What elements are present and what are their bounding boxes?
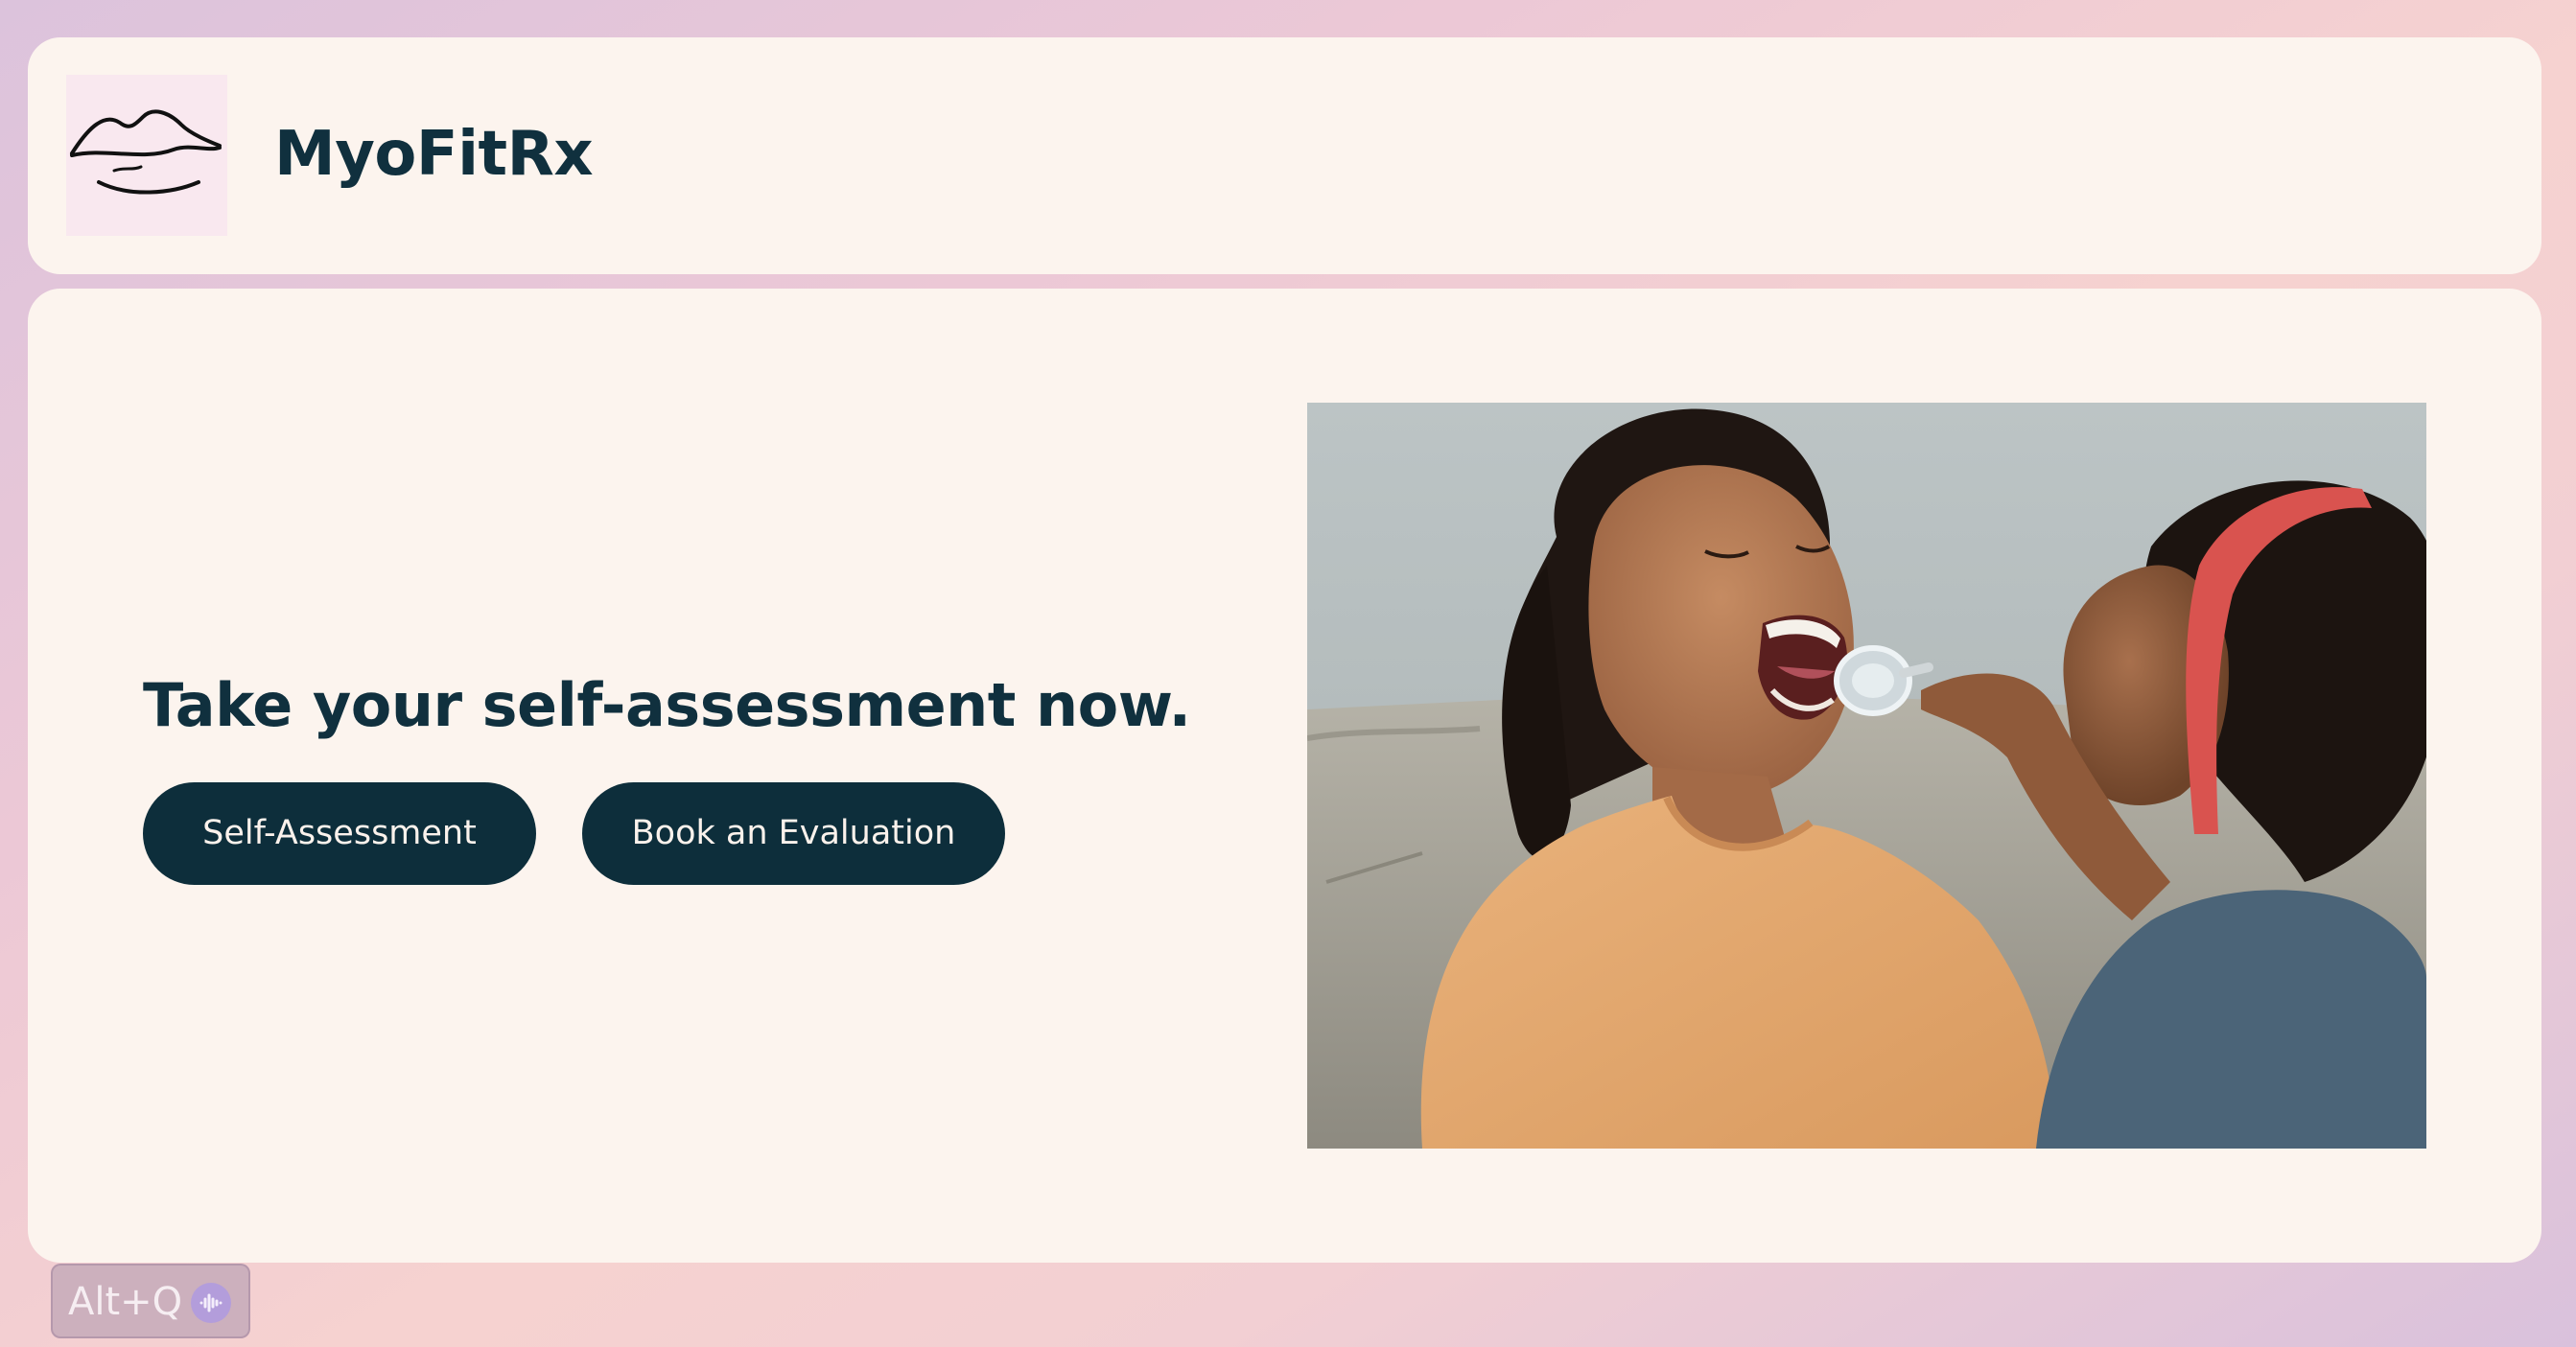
header-bar: MyoFitRx <box>28 37 2541 274</box>
lips-logo-icon[interactable] <box>66 75 227 236</box>
hero-section: Take your self-assessment now. Self-Asse… <box>28 289 2541 1263</box>
voice-wave-icon[interactable] <box>191 1283 231 1323</box>
hero-headline: Take your self-assessment now. <box>143 670 1191 740</box>
self-assessment-button[interactable]: Self-Assessment <box>143 782 536 885</box>
shortcut-badge[interactable]: Alt+Q <box>51 1264 250 1338</box>
brand-name[interactable]: MyoFitRx <box>274 114 594 195</box>
hero-photo <box>1307 403 2426 1149</box>
shortcut-label: Alt+Q <box>68 1280 183 1324</box>
book-evaluation-button[interactable]: Book an Evaluation <box>582 782 1005 885</box>
